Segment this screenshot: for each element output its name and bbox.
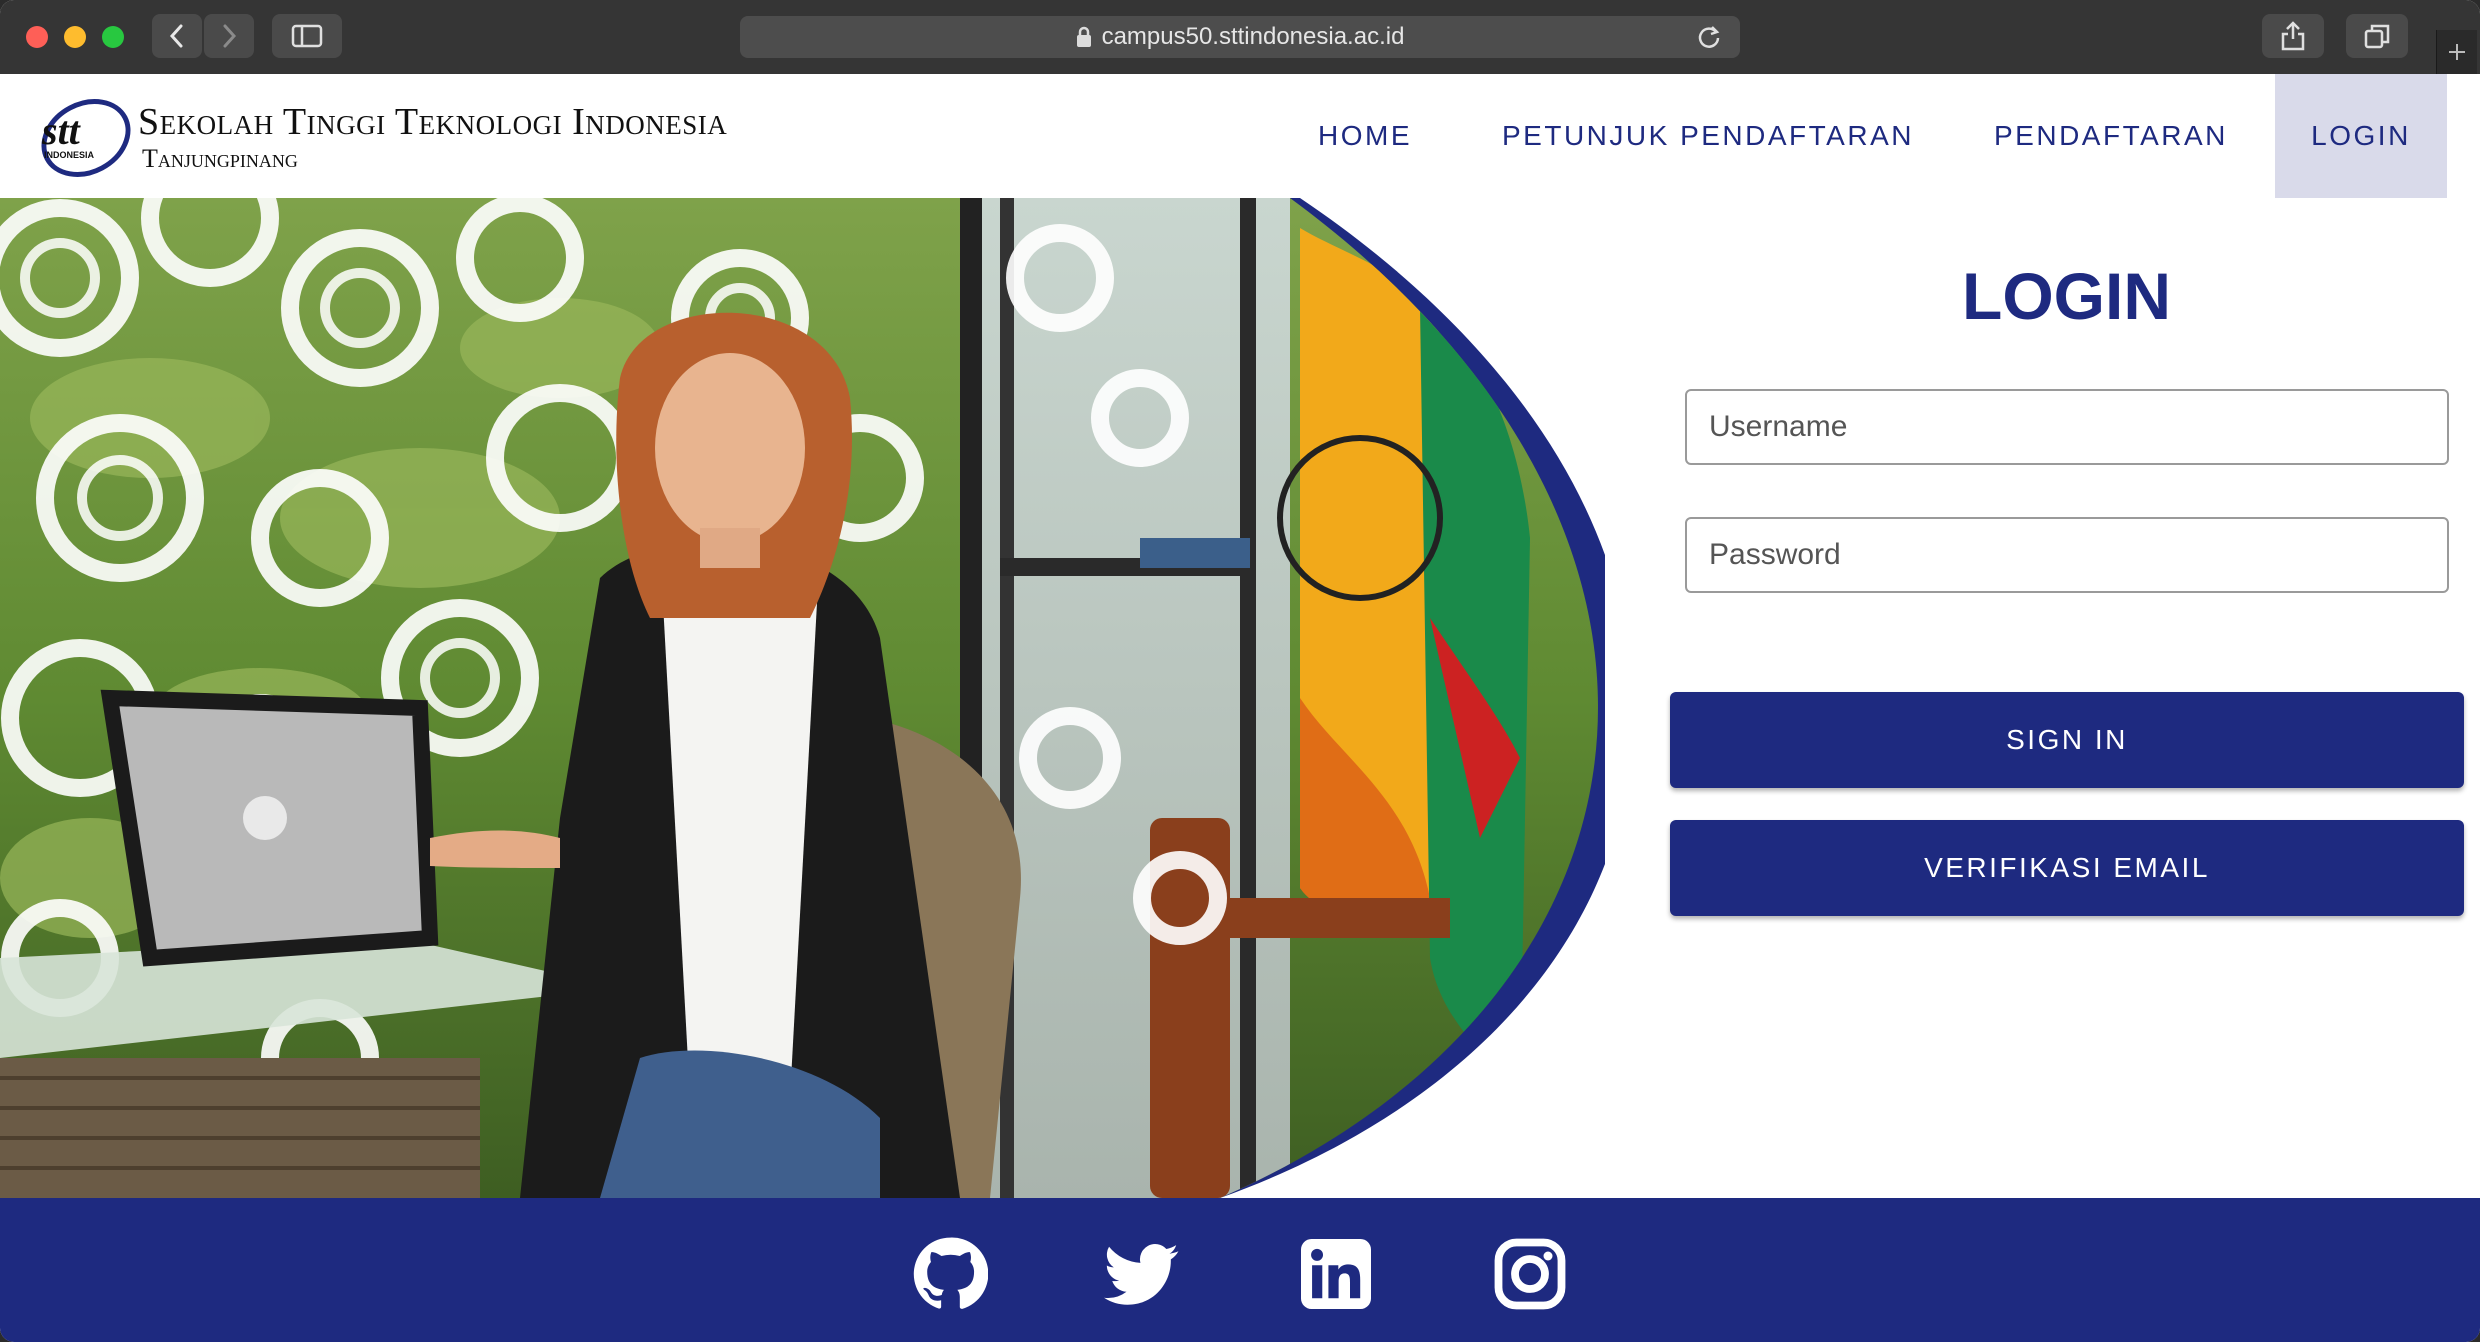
brand-subtitle: Tanjungpinang — [142, 144, 298, 173]
zoom-window-button[interactable] — [102, 26, 124, 48]
github-icon — [913, 1237, 988, 1309]
sign-in-button[interactable]: SIGN IN — [1670, 692, 2464, 788]
back-button[interactable] — [152, 14, 202, 58]
nav-petunjuk-label: PETUNJUK PENDAFTARAN — [1502, 120, 1914, 151]
brand-name: Sekolah Tinggi Teknologi Indonesia — [138, 101, 728, 143]
nav-petunjuk-pendaftaran[interactable]: PETUNJUK PENDAFTARAN — [1482, 74, 1934, 198]
share-button[interactable] — [2262, 14, 2324, 58]
login-title: LOGIN — [1962, 259, 2171, 333]
twitter-link[interactable] — [1104, 1236, 1180, 1312]
site-header: stt INDONESIA Sekolah Tinggi Teknologi I… — [0, 74, 2480, 198]
chevron-right-icon — [223, 24, 237, 48]
hero-photo — [0, 198, 1605, 1198]
nav-pendaftaran-label: PENDAFTARAN — [1994, 120, 2228, 151]
tabs-icon — [2364, 24, 2390, 49]
logo-text: stt — [41, 108, 82, 153]
lock-icon — [1076, 26, 1091, 47]
browser-toolbar: campus50.sttindonesia.ac.id — [0, 0, 2480, 75]
new-tab-button[interactable] — [2436, 30, 2477, 74]
linkedin-icon — [1301, 1239, 1371, 1309]
share-icon — [2281, 21, 2305, 51]
reload-icon[interactable] — [1696, 24, 1722, 50]
sidebar-toggle-button[interactable] — [272, 14, 342, 58]
plus-icon — [2449, 44, 2465, 60]
nav-login[interactable]: LOGIN — [2275, 74, 2447, 198]
stt-logo[interactable]: stt INDONESIA — [36, 92, 136, 182]
address-bar[interactable]: campus50.sttindonesia.ac.id — [740, 16, 1740, 58]
minimize-window-button[interactable] — [64, 26, 86, 48]
github-link[interactable] — [912, 1236, 988, 1312]
site-footer — [0, 1198, 2480, 1342]
linkedin-link[interactable] — [1298, 1236, 1374, 1312]
url-text: campus50.sttindonesia.ac.id — [1101, 23, 1405, 50]
nav-pendaftaran[interactable]: PENDAFTARAN — [1974, 74, 2248, 198]
password-input[interactable] — [1685, 517, 2449, 593]
sidebar-icon — [291, 24, 323, 48]
chevron-left-icon — [169, 24, 183, 48]
nav-home-label: HOME — [1318, 120, 1412, 151]
logo-subtext: INDONESIA — [44, 150, 95, 160]
forward-button[interactable] — [204, 14, 254, 58]
twitter-icon — [1104, 1244, 1179, 1305]
instagram-link[interactable] — [1492, 1236, 1568, 1312]
tabs-overview-button[interactable] — [2346, 14, 2408, 58]
verify-email-button[interactable]: VERIFIKASI EMAIL — [1670, 820, 2464, 916]
nav-home[interactable]: HOME — [1298, 74, 1432, 198]
close-window-button[interactable] — [26, 26, 48, 48]
brand-block[interactable]: Sekolah Tinggi Teknologi Indonesia Tanju… — [138, 100, 727, 174]
browser-window: campus50.sttindonesia.ac.id stt INDONESI… — [0, 0, 2480, 1342]
nav-login-label: LOGIN — [2311, 120, 2411, 151]
username-input[interactable] — [1685, 389, 2449, 465]
instagram-icon — [1494, 1238, 1566, 1310]
hero-section: LOGIN SIGN IN VERIFIKASI EMAIL — [0, 198, 2480, 1198]
